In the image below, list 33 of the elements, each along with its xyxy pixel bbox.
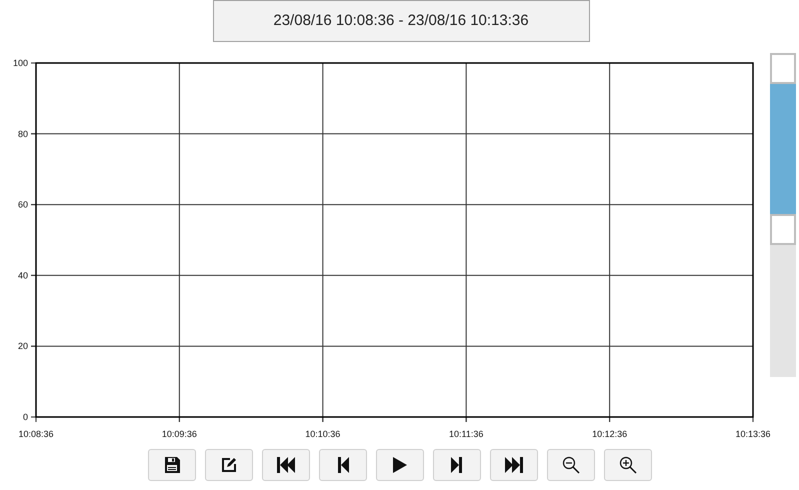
x-axis-label: 10:12:36 (592, 429, 628, 439)
zoom-out-button[interactable] (547, 449, 595, 481)
step-back-icon (337, 456, 349, 474)
last-button[interactable] (490, 449, 538, 481)
y-axis-label: 60 (18, 200, 28, 210)
save-icon (163, 456, 181, 474)
x-axis-label: 10:10:36 (305, 429, 340, 439)
x-axis-label: 10:11:36 (449, 429, 484, 439)
y-axis-label: 80 (18, 128, 28, 139)
y-axis-label: 40 (18, 270, 28, 280)
y-axis-label: 20 (18, 341, 28, 352)
zoom-out-icon (562, 456, 580, 474)
edit-button[interactable] (205, 449, 253, 481)
x-axis-label: 10:09:36 (162, 429, 197, 439)
skip-to-start-icon (276, 456, 296, 474)
zoom-in-button[interactable] (604, 449, 652, 481)
time-range-label: 23/08/16 10:08:36 - 23/08/16 10:13:36 (212, 0, 590, 42)
y-axis-label: 0 (22, 412, 28, 422)
x-axis-label: 10:13:36 (735, 429, 770, 439)
range-slider-thumb[interactable] (770, 214, 796, 246)
play-button[interactable] (376, 449, 424, 481)
step-forward-icon (451, 456, 463, 474)
save-button[interactable] (148, 449, 196, 481)
next-button[interactable] (433, 449, 481, 481)
range-slider-thumb[interactable] (770, 53, 796, 84)
skip-to-end-icon (504, 456, 524, 474)
x-axis-label: 10:08:36 (18, 429, 54, 439)
zoom-in-icon (619, 456, 637, 474)
y-axis-label: 100 (12, 58, 28, 68)
edit-icon (221, 457, 237, 473)
play-icon (392, 456, 408, 474)
previous-button[interactable] (319, 449, 367, 481)
first-button[interactable] (262, 449, 310, 481)
